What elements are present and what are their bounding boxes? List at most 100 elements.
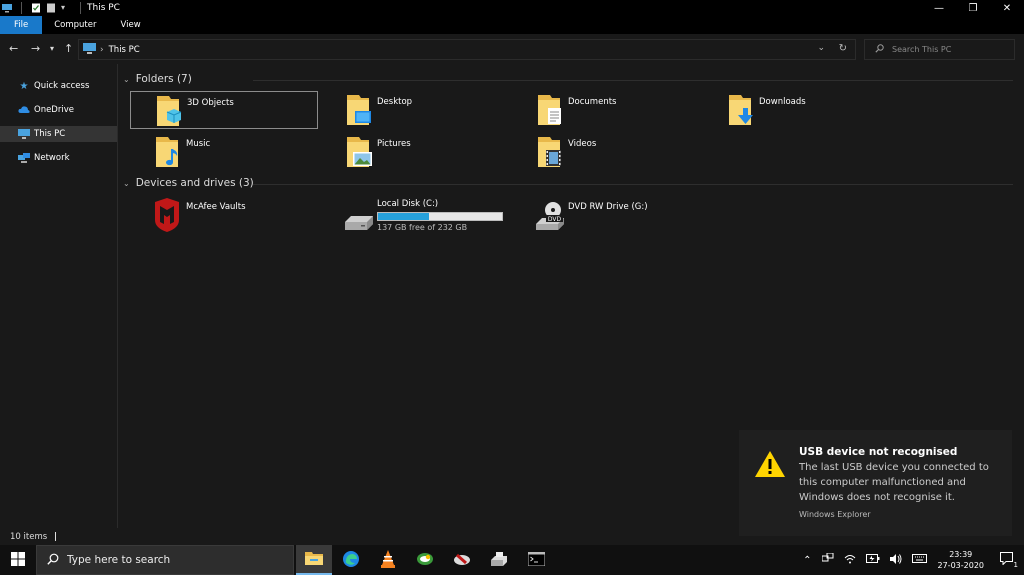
restore-button[interactable]: ❐ — [956, 0, 990, 16]
taskbar-app-drive[interactable] — [444, 545, 480, 575]
close-button[interactable]: ✕ — [990, 0, 1024, 16]
drive-usage-bar — [377, 212, 503, 221]
network-status-icon[interactable] — [821, 552, 834, 567]
clock-date: 27-03-2020 — [937, 561, 985, 570]
taskbar-app-drive-2[interactable] — [481, 545, 517, 575]
pictures-folder-icon — [343, 135, 373, 169]
notification-icon — [999, 552, 1013, 568]
drive-tile-local-disk-c[interactable]: Local Disk (C:) 137 GB free of 232 GB — [321, 196, 521, 234]
tab-view[interactable]: View — [109, 16, 153, 34]
group-title: Devices and drives (3) — [135, 177, 254, 189]
tab-file[interactable]: File — [0, 16, 43, 34]
ribbon-tabs: File Computer View — [0, 16, 1024, 34]
taskbar-file-explorer[interactable] — [296, 545, 332, 575]
taskbar-clock[interactable]: 23:39 27-03-2020 — [938, 549, 985, 571]
taskbar: ⌃ 23:39 27-03-2020 1 — [0, 545, 1024, 575]
folder-label: Documents — [568, 97, 617, 107]
address-bar[interactable]: › This PC ⌄ ↻ — [78, 39, 856, 60]
devices-group-header[interactable]: ⌄ Devices and drives (3) — [123, 177, 1023, 189]
documents-folder-icon — [534, 93, 564, 127]
nav-item-quick-access[interactable]: ★ Quick access — [0, 78, 117, 94]
folder-tile-music[interactable]: Music — [130, 133, 318, 171]
properties-icon[interactable] — [31, 3, 41, 13]
battery-charging-icon[interactable] — [865, 554, 880, 566]
nav-item-network[interactable]: Network — [0, 150, 117, 166]
new-folder-icon[interactable] — [46, 3, 56, 13]
search-box[interactable] — [864, 39, 1015, 60]
drive-info: Local Disk (C:) 137 GB free of 232 GB — [377, 199, 503, 232]
3d-objects-folder-icon — [153, 94, 183, 128]
network-icon — [18, 152, 30, 164]
vlc-cone-icon — [380, 549, 396, 571]
nav-item-onedrive[interactable]: OneDrive — [0, 102, 117, 118]
notification-source: Windows Explorer — [799, 510, 871, 519]
keyboard-icon[interactable] — [911, 554, 927, 566]
notification-title: USB device not recognised — [799, 446, 958, 458]
folders-group-header[interactable]: ⌄ Folders (7) — [123, 73, 1023, 85]
drive-usage-fill — [378, 213, 429, 220]
computer-icon — [83, 42, 96, 57]
start-button[interactable] — [0, 545, 36, 575]
nav-item-label: This PC — [34, 129, 66, 139]
title-bar: ▾ This PC — ❐ ✕ — [0, 0, 1024, 16]
folder-label: 3D Objects — [187, 98, 234, 108]
up-arrow-icon[interactable]: ↑ — [64, 42, 73, 55]
recent-locations-chevron-icon[interactable]: ▾ — [50, 44, 54, 53]
computer-icon — [18, 128, 30, 140]
breadcrumb-chevron-icon[interactable]: › — [100, 45, 104, 55]
folder-label: Music — [186, 139, 211, 149]
usb-drive-app-icon — [452, 551, 472, 570]
breadcrumb-this-pc[interactable]: This PC — [109, 45, 140, 55]
search-input[interactable] — [892, 45, 1002, 54]
folder-tile-downloads[interactable]: Downloads — [703, 91, 891, 129]
quick-access-toolbar: ▾ — [0, 0, 85, 16]
customize-toolbar-icon[interactable]: ▾ — [61, 3, 71, 13]
clock-time: 23:39 — [949, 550, 973, 559]
volume-icon[interactable] — [889, 553, 902, 567]
tab-computer[interactable]: Computer — [42, 16, 108, 34]
window-title: This PC — [87, 3, 120, 13]
folder-tile-3d-objects[interactable]: 3D Objects — [130, 91, 318, 129]
taskbar-edge[interactable] — [333, 545, 369, 575]
drive-tile-mcafee-vaults[interactable]: McAfee Vaults — [130, 196, 318, 234]
notification-count: 1 — [1013, 561, 1018, 569]
drive-label: Local Disk (C:) — [377, 199, 439, 209]
folder-tile-videos[interactable]: Videos — [512, 133, 700, 171]
videos-folder-icon — [534, 135, 564, 169]
disk-drive-app-icon — [490, 551, 508, 570]
collapse-chevron-icon[interactable]: ⌄ — [123, 75, 130, 84]
warning-icon — [754, 450, 786, 481]
folder-tile-pictures[interactable]: Pictures — [321, 133, 509, 171]
folder-tile-documents[interactable]: Documents — [512, 91, 700, 129]
globe-app-icon — [416, 551, 434, 570]
collapse-chevron-icon[interactable]: ⌄ — [123, 179, 130, 188]
folder-label: Pictures — [377, 139, 411, 149]
address-row: ← → ▾ ↑ › This PC ⌄ ↻ — [0, 34, 1024, 64]
address-dropdown-icon[interactable]: ⌄ — [817, 43, 825, 53]
music-folder-icon — [152, 135, 182, 169]
wifi-icon[interactable] — [844, 554, 856, 567]
taskbar-app-globe[interactable] — [407, 545, 443, 575]
window-controls: — ❐ ✕ — [922, 0, 1024, 16]
system-tray: ⌃ 23:39 27-03-2020 1 — [798, 545, 1024, 575]
folder-label: Videos — [568, 139, 597, 149]
show-hidden-icons-chevron-icon[interactable]: ⌃ — [803, 555, 811, 566]
refresh-icon[interactable]: ↻ — [839, 43, 847, 54]
folder-tile-desktop[interactable]: Desktop — [321, 91, 509, 129]
nav-item-label: Quick access — [34, 81, 90, 91]
action-center-button[interactable]: 1 — [994, 552, 1018, 569]
taskbar-search[interactable] — [36, 545, 294, 575]
taskbar-vlc[interactable] — [370, 545, 406, 575]
notification-body: The last USB device you connected to thi… — [799, 462, 989, 503]
back-arrow-icon[interactable]: ← — [9, 42, 18, 55]
taskbar-command-prompt[interactable] — [518, 545, 554, 575]
taskbar-search-input[interactable] — [67, 554, 267, 566]
nav-item-this-pc[interactable]: This PC — [0, 126, 117, 142]
usb-error-notification[interactable]: USB device not recognised The last USB d… — [739, 430, 1012, 536]
hard-drive-icon — [343, 198, 373, 232]
drive-tile-dvd-rw[interactable]: DVD DVD RW Drive (G:) — [512, 196, 700, 234]
toolbar-divider — [21, 2, 22, 14]
minimize-button[interactable]: — — [922, 0, 956, 16]
drive-free-space: 137 GB free of 232 GB — [377, 223, 468, 232]
forward-arrow-icon[interactable]: → — [31, 42, 40, 55]
